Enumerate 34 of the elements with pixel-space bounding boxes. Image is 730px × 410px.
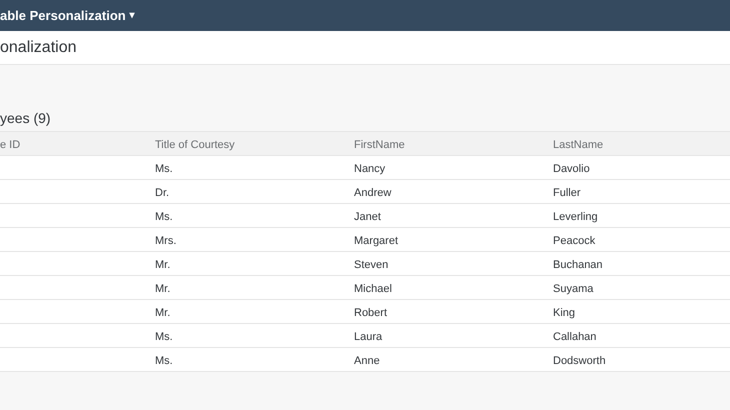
table-cell: Fuller [553, 186, 581, 198]
table-cell: Anne [354, 354, 380, 366]
table-cell: Mr. [155, 306, 170, 318]
table-cell: Laura [354, 330, 382, 342]
column-header: FirstName [354, 138, 405, 150]
table-cell: Mr. [155, 282, 170, 294]
table-cell: Dodsworth [553, 354, 606, 366]
table-cell: Andrew [354, 186, 392, 198]
table-cell: Nancy [354, 162, 386, 174]
table-cell: Suyama [553, 282, 594, 294]
table-cell: Leverling [553, 210, 598, 222]
table-cell: Robert [354, 306, 388, 318]
table-cell: Ms. [155, 210, 173, 222]
table-cell: Buchanan [553, 258, 603, 270]
table-cell: Michael [354, 282, 392, 294]
app-title-menu[interactable]: able Personalization ▾ [0, 6, 135, 26]
table-cell: Steven [354, 258, 388, 270]
table-cell: King [553, 306, 576, 318]
page-title: onalization [0, 38, 76, 58]
table-cell: Davolio [553, 162, 590, 174]
table-cell: Mrs. [155, 234, 176, 246]
table-cell: Ms. [155, 354, 173, 366]
table-cell: Janet [354, 210, 381, 222]
table-cell: Ms. [155, 162, 173, 174]
table-cell: Dr. [155, 186, 170, 198]
table-cell: Peacock [553, 234, 596, 246]
column-header: Title of Courtesy [155, 138, 235, 150]
table-cell: Ms. [155, 330, 173, 342]
table-cell: Callahan [553, 330, 596, 342]
column-header: e ID [0, 138, 20, 150]
table-title: yees (9) [0, 108, 51, 128]
table-cell: Mr. [155, 258, 170, 270]
column-header: LastName [553, 138, 604, 150]
table-cell: Margaret [354, 234, 398, 246]
